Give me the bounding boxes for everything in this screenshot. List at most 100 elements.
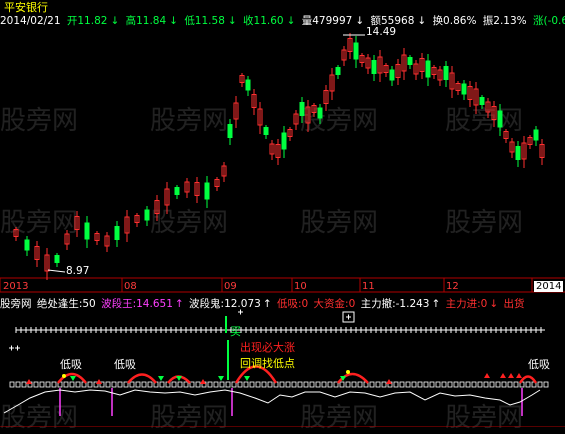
base-cell: [453, 381, 459, 388]
base-cell: [303, 381, 309, 388]
time-label: 08: [124, 281, 137, 292]
candle-body: [227, 124, 233, 138]
candle-body: [281, 132, 287, 150]
base-cell: [315, 381, 321, 388]
base-cell: [459, 381, 465, 388]
candle-body: [353, 42, 359, 60]
base-cell: [129, 381, 135, 388]
base-cell: [339, 381, 345, 388]
candle-body: [245, 79, 251, 91]
quote-date: 2014/02/21: [0, 15, 61, 27]
base-cell: [123, 381, 129, 388]
base-cell: [489, 381, 495, 388]
time-label: 10: [294, 281, 307, 292]
low-price-label: 8.97: [66, 265, 90, 277]
base-cell: [39, 381, 45, 388]
base-cell: [357, 381, 363, 388]
base-cell: [513, 381, 519, 388]
base-cell: [261, 381, 267, 388]
base-cell: [189, 381, 195, 388]
main-enter-value: 主力进:0: [445, 298, 488, 310]
base-cell: [441, 381, 447, 388]
sell-value: 出货: [503, 298, 525, 310]
base-cell: [141, 381, 147, 388]
quote-bar: 2014/02/21 开11.82 ↓ 高11.84 ↓ 低11.58 ↓ 收11.6…: [0, 13, 565, 27]
candle-body: [24, 239, 30, 251]
current-date-label: 2014: [534, 281, 564, 292]
candle-body: [54, 255, 60, 263]
indicator-base-strip: [9, 381, 549, 388]
base-cell: [219, 381, 225, 388]
base-cell: [147, 381, 153, 388]
candlestick-series: [13, 33, 545, 280]
indicator-values: 股旁网 绝处逢生:50 波段王:14.651 ↑ 波段鬼:12.073 ↑ 低吸:0…: [0, 296, 527, 311]
wave-king-value: 波段王:14.651: [101, 298, 173, 310]
base-cell: [33, 381, 39, 388]
base-cell: [9, 381, 15, 388]
base-cell: [105, 381, 111, 388]
base-cell: [351, 381, 357, 388]
down-arrow-icon: ↓: [286, 15, 296, 27]
quote-turnover: 换0.86%: [432, 15, 477, 27]
base-cell: [249, 381, 255, 388]
wave-ghost-value: 波段鬼:12.073: [189, 298, 261, 310]
base-cell: [381, 381, 387, 388]
quote-amplitude: 振2.13%: [482, 15, 527, 27]
base-cell: [51, 381, 57, 388]
base-cell: [69, 381, 75, 388]
base-cell: [45, 381, 51, 388]
base-cell: [345, 381, 351, 388]
base-cell: [393, 381, 399, 388]
time-label: 2013: [3, 281, 29, 292]
base-cell: [237, 381, 243, 388]
candle-body: [479, 97, 485, 105]
candle-body: [389, 69, 395, 81]
base-cell: [63, 381, 69, 388]
base-cell: [15, 381, 21, 388]
candle-body: [407, 57, 413, 65]
base-cell: [111, 381, 117, 388]
base-cell: [321, 381, 327, 388]
candle-body: [204, 182, 210, 200]
indicator-name: 绝处逢生:50: [36, 298, 96, 310]
quote-low: 低11.58: [184, 15, 225, 27]
quote-volume: 量479997: [301, 15, 353, 27]
base-cell: [465, 381, 471, 388]
base-cell: [507, 381, 513, 388]
candle-body: [371, 60, 377, 74]
high-price-label: 14.49: [366, 26, 397, 38]
base-cell: [225, 381, 231, 388]
base-cell: [135, 381, 141, 388]
oscillator-line: [3, 389, 541, 414]
low-buy-label: 低吸: [114, 358, 136, 371]
base-cell: [417, 381, 423, 388]
base-cell: [231, 381, 237, 388]
base-cell: [369, 381, 375, 388]
candle-body: [533, 129, 539, 141]
indicator-ruler: [15, 327, 545, 333]
down-arrow-icon: ↓: [489, 298, 499, 310]
base-cell: [483, 381, 489, 388]
buy-tag: 买: [230, 325, 241, 338]
base-cell: [285, 381, 291, 388]
candle-body: [144, 209, 150, 221]
base-cell: [495, 381, 501, 388]
low-marker-line: [47, 269, 66, 273]
candle-body: [461, 83, 467, 95]
candle-body: [515, 146, 521, 160]
base-cell: [213, 381, 219, 388]
candle-body: [497, 110, 503, 128]
candle-body: [114, 226, 120, 240]
candle-body: [335, 67, 341, 75]
down-arrow-icon: ↓: [169, 15, 178, 27]
base-cell: [177, 381, 183, 388]
down-arrow-icon: ↓: [417, 15, 427, 27]
time-label: 12: [446, 281, 459, 292]
big-funds-value: 大资金:0: [313, 298, 356, 310]
time-label: 09: [224, 281, 237, 292]
up-arrow-icon: ↑: [174, 298, 184, 310]
base-cell: [207, 381, 213, 388]
main-withdraw-value: 主力撤:-1.243: [360, 298, 430, 310]
base-cell: [297, 381, 303, 388]
low-buy-value: 低吸:0: [276, 298, 309, 310]
